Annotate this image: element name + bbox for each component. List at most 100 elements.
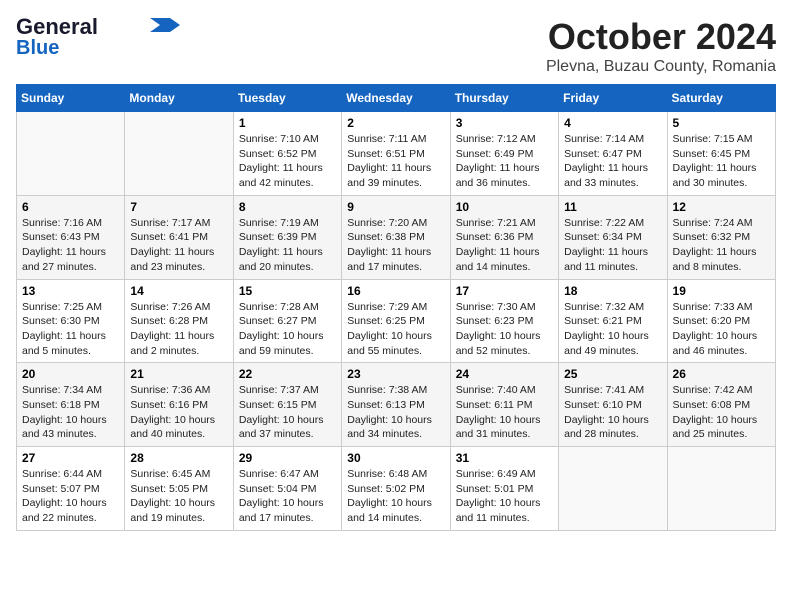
calendar-table: SundayMondayTuesdayWednesdayThursdayFrid… bbox=[16, 84, 776, 531]
calendar-cell: 17 Sunrise: 7:30 AM Sunset: 6:23 PM Dayli… bbox=[450, 279, 558, 363]
location: Plevna, Buzau County, Romania bbox=[546, 58, 776, 76]
calendar-cell: 3 Sunrise: 7:12 AM Sunset: 6:49 PM Daylig… bbox=[450, 112, 558, 196]
calendar-cell bbox=[125, 112, 233, 196]
cell-content: Sunrise: 7:15 AM Sunset: 6:45 PM Dayligh… bbox=[673, 132, 770, 191]
calendar-week-2: 6 Sunrise: 7:16 AM Sunset: 6:43 PM Daylig… bbox=[17, 195, 776, 279]
calendar-cell: 7Sunrise: 7:17 AM Sunset: 6:41 PM Daylig… bbox=[125, 195, 233, 279]
cell-content: Sunrise: 7:28 AM Sunset: 6:27 PM Dayligh… bbox=[239, 300, 336, 359]
calendar-cell: 18 Sunrise: 7:32 AM Sunset: 6:21 PM Dayli… bbox=[559, 279, 667, 363]
day-number: 27 bbox=[22, 451, 119, 465]
day-number: 3 bbox=[456, 116, 553, 130]
weekday-header-friday: Friday bbox=[559, 85, 667, 112]
day-number: 9 bbox=[347, 200, 444, 214]
page-header: General Blue October 2024 Plevna, Buzau … bbox=[16, 16, 776, 76]
logo-text: General bbox=[16, 16, 98, 38]
cell-content: Sunrise: 7:26 AM Sunset: 6:28 PM Dayligh… bbox=[130, 300, 227, 359]
calendar-cell bbox=[559, 447, 667, 531]
day-number: 10 bbox=[456, 200, 553, 214]
day-number: 15 bbox=[239, 284, 336, 298]
calendar-cell: 22Sunrise: 7:37 AM Sunset: 6:15 PM Dayli… bbox=[233, 363, 341, 447]
day-number: 5 bbox=[673, 116, 770, 130]
logo-blue: Blue bbox=[16, 38, 59, 58]
calendar-cell: 1 Sunrise: 7:10 AM Sunset: 6:52 PM Daylig… bbox=[233, 112, 341, 196]
cell-content: Sunrise: 7:14 AM Sunset: 6:47 PM Dayligh… bbox=[564, 132, 661, 191]
calendar-cell: 5 Sunrise: 7:15 AM Sunset: 6:45 PM Daylig… bbox=[667, 112, 775, 196]
calendar-cell: 15 Sunrise: 7:28 AM Sunset: 6:27 PM Dayli… bbox=[233, 279, 341, 363]
cell-content: Sunrise: 7:11 AM Sunset: 6:51 PM Dayligh… bbox=[347, 132, 444, 191]
weekday-header-monday: Monday bbox=[125, 85, 233, 112]
day-number: 29 bbox=[239, 451, 336, 465]
day-number: 4 bbox=[564, 116, 661, 130]
cell-content: Sunrise: 6:49 AM Sunset: 5:01 PM Dayligh… bbox=[456, 467, 553, 526]
day-number: 17 bbox=[456, 284, 553, 298]
cell-content: Sunrise: 6:45 AM Sunset: 5:05 PM Dayligh… bbox=[130, 467, 227, 526]
calendar-week-1: 1 Sunrise: 7:10 AM Sunset: 6:52 PM Daylig… bbox=[17, 112, 776, 196]
calendar-cell bbox=[667, 447, 775, 531]
cell-content: Sunrise: 6:47 AM Sunset: 5:04 PM Dayligh… bbox=[239, 467, 336, 526]
cell-content: Sunrise: 7:30 AM Sunset: 6:23 PM Dayligh… bbox=[456, 300, 553, 359]
day-number: 2 bbox=[347, 116, 444, 130]
month-title: October 2024 bbox=[546, 16, 776, 58]
weekday-header-thursday: Thursday bbox=[450, 85, 558, 112]
logo-general: General bbox=[16, 14, 98, 39]
cell-content: Sunrise: 7:12 AM Sunset: 6:49 PM Dayligh… bbox=[456, 132, 553, 191]
calendar-cell: 28 Sunrise: 6:45 AM Sunset: 5:05 PM Dayli… bbox=[125, 447, 233, 531]
cell-content: Sunrise: 7:38 AM Sunset: 6:13 PM Dayligh… bbox=[347, 383, 444, 442]
day-number: 6 bbox=[22, 200, 119, 214]
calendar-cell: 13Sunrise: 7:25 AM Sunset: 6:30 PM Dayli… bbox=[17, 279, 125, 363]
cell-content: Sunrise: 7:40 AM Sunset: 6:11 PM Dayligh… bbox=[456, 383, 553, 442]
cell-content: Sunrise: 7:24 AM Sunset: 6:32 PM Dayligh… bbox=[673, 216, 770, 275]
calendar-cell: 23 Sunrise: 7:38 AM Sunset: 6:13 PM Dayli… bbox=[342, 363, 450, 447]
day-number: 25 bbox=[564, 367, 661, 381]
day-number: 21 bbox=[130, 367, 227, 381]
day-number: 16 bbox=[347, 284, 444, 298]
day-number: 14 bbox=[130, 284, 227, 298]
logo: General Blue bbox=[16, 16, 180, 58]
calendar-cell: 4 Sunrise: 7:14 AM Sunset: 6:47 PM Daylig… bbox=[559, 112, 667, 196]
weekday-header-tuesday: Tuesday bbox=[233, 85, 341, 112]
calendar-cell: 11 Sunrise: 7:22 AM Sunset: 6:34 PM Dayli… bbox=[559, 195, 667, 279]
calendar-cell: 6 Sunrise: 7:16 AM Sunset: 6:43 PM Daylig… bbox=[17, 195, 125, 279]
calendar-cell: 26Sunrise: 7:42 AM Sunset: 6:08 PM Dayli… bbox=[667, 363, 775, 447]
cell-content: Sunrise: 7:22 AM Sunset: 6:34 PM Dayligh… bbox=[564, 216, 661, 275]
day-number: 28 bbox=[130, 451, 227, 465]
calendar-week-5: 27 Sunrise: 6:44 AM Sunset: 5:07 PM Dayli… bbox=[17, 447, 776, 531]
cell-content: Sunrise: 7:41 AM Sunset: 6:10 PM Dayligh… bbox=[564, 383, 661, 442]
calendar-cell bbox=[17, 112, 125, 196]
weekday-header-wednesday: Wednesday bbox=[342, 85, 450, 112]
calendar-cell: 20Sunrise: 7:34 AM Sunset: 6:18 PM Dayli… bbox=[17, 363, 125, 447]
day-number: 20 bbox=[22, 367, 119, 381]
calendar-cell: 14 Sunrise: 7:26 AM Sunset: 6:28 PM Dayli… bbox=[125, 279, 233, 363]
calendar-cell: 30Sunrise: 6:48 AM Sunset: 5:02 PM Dayli… bbox=[342, 447, 450, 531]
calendar-week-4: 20Sunrise: 7:34 AM Sunset: 6:18 PM Dayli… bbox=[17, 363, 776, 447]
calendar-cell: 27 Sunrise: 6:44 AM Sunset: 5:07 PM Dayli… bbox=[17, 447, 125, 531]
cell-content: Sunrise: 7:36 AM Sunset: 6:16 PM Dayligh… bbox=[130, 383, 227, 442]
cell-content: Sunrise: 7:16 AM Sunset: 6:43 PM Dayligh… bbox=[22, 216, 119, 275]
calendar-cell: 31 Sunrise: 6:49 AM Sunset: 5:01 PM Dayli… bbox=[450, 447, 558, 531]
day-number: 23 bbox=[347, 367, 444, 381]
cell-content: Sunrise: 6:44 AM Sunset: 5:07 PM Dayligh… bbox=[22, 467, 119, 526]
calendar-cell: 8 Sunrise: 7:19 AM Sunset: 6:39 PM Daylig… bbox=[233, 195, 341, 279]
calendar-cell: 29 Sunrise: 6:47 AM Sunset: 5:04 PM Dayli… bbox=[233, 447, 341, 531]
cell-content: Sunrise: 7:29 AM Sunset: 6:25 PM Dayligh… bbox=[347, 300, 444, 359]
day-number: 1 bbox=[239, 116, 336, 130]
cell-content: Sunrise: 7:10 AM Sunset: 6:52 PM Dayligh… bbox=[239, 132, 336, 191]
calendar-cell: 2 Sunrise: 7:11 AM Sunset: 6:51 PM Daylig… bbox=[342, 112, 450, 196]
calendar-cell: 25 Sunrise: 7:41 AM Sunset: 6:10 PM Dayli… bbox=[559, 363, 667, 447]
calendar-cell: 12Sunrise: 7:24 AM Sunset: 6:32 PM Dayli… bbox=[667, 195, 775, 279]
day-number: 11 bbox=[564, 200, 661, 214]
day-number: 24 bbox=[456, 367, 553, 381]
day-number: 7 bbox=[130, 200, 227, 214]
calendar-cell: 9Sunrise: 7:20 AM Sunset: 6:38 PM Daylig… bbox=[342, 195, 450, 279]
cell-content: Sunrise: 6:48 AM Sunset: 5:02 PM Dayligh… bbox=[347, 467, 444, 526]
cell-content: Sunrise: 7:19 AM Sunset: 6:39 PM Dayligh… bbox=[239, 216, 336, 275]
day-number: 31 bbox=[456, 451, 553, 465]
day-number: 13 bbox=[22, 284, 119, 298]
day-number: 18 bbox=[564, 284, 661, 298]
day-number: 26 bbox=[673, 367, 770, 381]
day-number: 8 bbox=[239, 200, 336, 214]
cell-content: Sunrise: 7:33 AM Sunset: 6:20 PM Dayligh… bbox=[673, 300, 770, 359]
cell-content: Sunrise: 7:32 AM Sunset: 6:21 PM Dayligh… bbox=[564, 300, 661, 359]
calendar-week-3: 13Sunrise: 7:25 AM Sunset: 6:30 PM Dayli… bbox=[17, 279, 776, 363]
calendar-cell: 16 Sunrise: 7:29 AM Sunset: 6:25 PM Dayli… bbox=[342, 279, 450, 363]
